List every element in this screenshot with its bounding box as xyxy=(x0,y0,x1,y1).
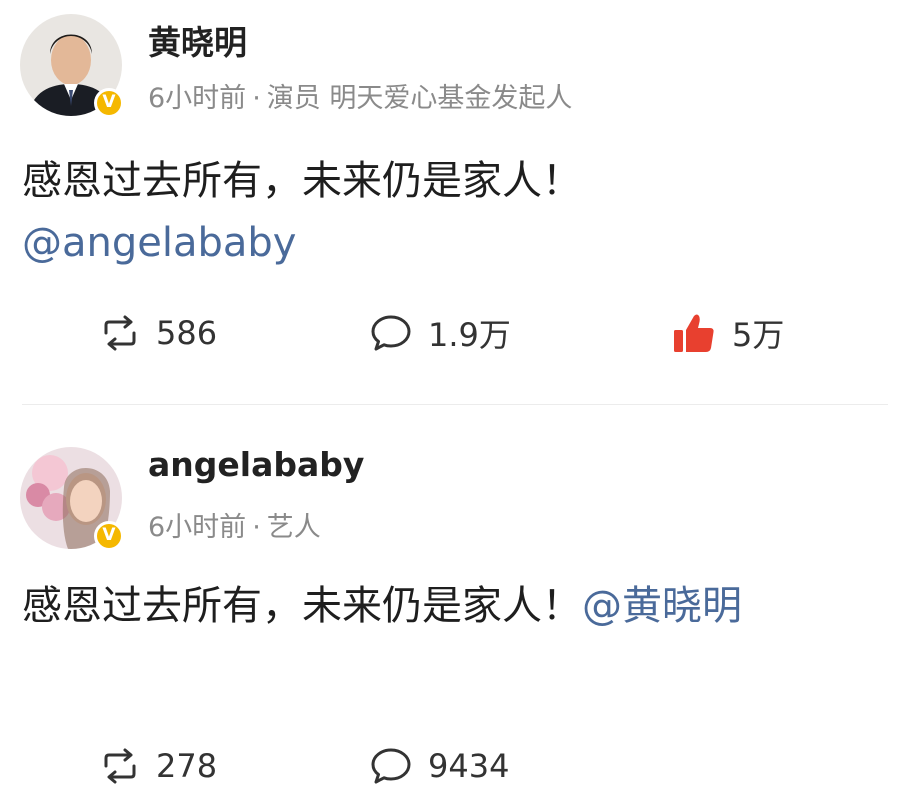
post-time: 6小时前 xyxy=(148,83,247,114)
comment-button[interactable]: 9434 xyxy=(370,741,509,791)
user-bio: 艺人 xyxy=(266,512,321,543)
user-bio: 演员 明天爱心基金发起人 xyxy=(266,83,573,114)
like-count: 5万 xyxy=(732,316,785,354)
post-meta: 6小时前 · 艺人 xyxy=(148,505,321,544)
mention-link[interactable]: @angelababy xyxy=(22,212,872,274)
verified-badge-icon: V xyxy=(94,521,124,551)
username[interactable]: angelababy xyxy=(148,445,364,484)
verified-badge-icon: V xyxy=(94,88,124,118)
weibo-post: V 黄晓明 6小时前 · 演员 明天爱心基金发起人 感恩过去所有，未来仍是家人！ @… xyxy=(0,0,910,405)
comment-icon xyxy=(371,748,411,784)
post-text: 感恩过去所有，未来仍是家人！ xyxy=(22,583,582,629)
meta-separator: · xyxy=(252,512,261,543)
repost-button[interactable]: 586 xyxy=(100,308,217,358)
post-actions: 586 1.9万 5万 xyxy=(0,308,910,358)
post-actions: 278 9434 xyxy=(0,741,910,791)
thumbs-up-icon xyxy=(674,314,714,352)
comment-button[interactable]: 1.9万 xyxy=(370,308,511,358)
post-content: 感恩过去所有，未来仍是家人！@黄晓明 xyxy=(22,575,872,637)
like-button[interactable]: 5万 xyxy=(672,308,784,358)
post-time: 6小时前 xyxy=(148,512,247,543)
post-meta: 6小时前 · 演员 明天爱心基金发起人 xyxy=(148,76,572,115)
avatar[interactable]: V xyxy=(20,447,124,551)
weibo-post: V angelababy 6小时前 · 艺人 感恩过去所有，未来仍是家人！@黄晓明 … xyxy=(0,405,910,810)
repost-button[interactable]: 278 xyxy=(100,741,217,791)
comment-count: 9434 xyxy=(428,747,510,785)
avatar[interactable]: V xyxy=(20,14,124,118)
repost-count: 278 xyxy=(156,747,218,785)
username[interactable]: 黄晓明 xyxy=(148,16,247,64)
repost-icon xyxy=(104,748,136,784)
comment-count: 1.9万 xyxy=(428,316,511,354)
post-text: 感恩过去所有，未来仍是家人！ xyxy=(22,158,582,204)
post-content: 感恩过去所有，未来仍是家人！ @angelababy xyxy=(22,150,872,274)
comment-icon xyxy=(371,315,411,351)
meta-separator: · xyxy=(252,83,261,114)
mention-link[interactable]: @黄晓明 xyxy=(582,583,742,629)
repost-icon xyxy=(104,315,136,351)
repost-count: 586 xyxy=(156,314,218,352)
